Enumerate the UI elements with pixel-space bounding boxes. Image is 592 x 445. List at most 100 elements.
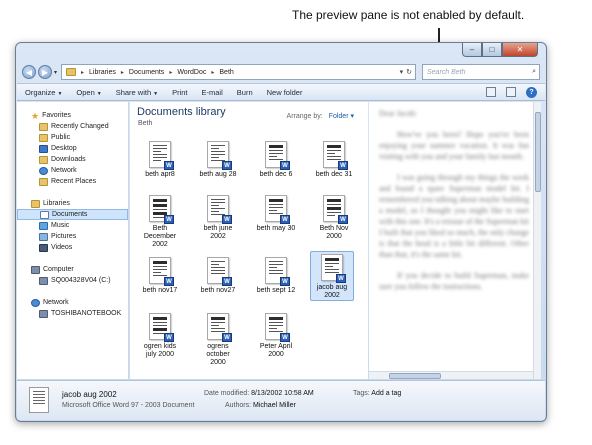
details-tags: Tags: Add a tag: [353, 390, 401, 397]
share-with-button[interactable]: Share with ▼: [116, 88, 158, 97]
crumb-libraries[interactable]: Libraries: [89, 69, 116, 76]
crumb-separator[interactable]: ▸: [121, 69, 124, 76]
crumb-documents[interactable]: Documents: [129, 69, 164, 76]
library-title: Documents library: [137, 106, 226, 118]
file-item[interactable]: W beth nov27: [196, 255, 240, 295]
minimize-button[interactable]: –: [462, 43, 482, 57]
horizontal-scrollbar[interactable]: [369, 371, 533, 379]
file-name: ogrens october 2000: [206, 343, 230, 366]
crumb-separator[interactable]: ▸: [211, 69, 214, 76]
file-item[interactable]: W beth aug 28: [196, 139, 240, 179]
downloads-icon: [39, 155, 48, 164]
new-folder-button[interactable]: New folder: [267, 88, 303, 97]
file-name: beth nov27: [200, 287, 236, 294]
nav-toshibanotebook[interactable]: TOSHIBANOTEBOOK: [17, 308, 128, 319]
toolbar-right-group: ?: [486, 86, 545, 98]
nav-network-fav[interactable]: Network: [17, 165, 128, 176]
navigation-pane: ★ Favorites Recently Changed Public Deskt…: [17, 102, 129, 379]
close-button[interactable]: ✕: [502, 43, 538, 57]
burn-button[interactable]: Burn: [237, 88, 253, 97]
details-file-name: jacob aug 2002: [62, 390, 117, 399]
crumb-worddoc[interactable]: WordDoc: [177, 69, 206, 76]
email-button[interactable]: E-mail: [202, 88, 223, 97]
nav-computer[interactable]: Computer: [17, 264, 128, 275]
file-item-selected[interactable]: W jacob aug 2002: [310, 251, 354, 301]
word-icon: W: [164, 277, 174, 286]
nav-documents[interactable]: Documents: [17, 209, 128, 220]
address-dropdown-icon[interactable]: ▾: [400, 68, 404, 76]
nav-label: Network: [51, 167, 77, 174]
crumb-separator[interactable]: ▸: [169, 69, 172, 76]
nav-videos[interactable]: Videos: [17, 242, 128, 253]
document-thumbnail: W: [207, 313, 232, 342]
document-thumbnail: W: [207, 257, 232, 286]
scrollbar-thumb[interactable]: [389, 373, 441, 379]
arrange-by-dropdown[interactable]: Folder ▾: [329, 113, 354, 120]
open-button[interactable]: Open ▼: [76, 88, 101, 97]
file-item[interactable]: W Beth Nov 2000: [312, 193, 356, 241]
share-with-label: Share with: [115, 87, 152, 97]
file-item[interactable]: W beth dec 31: [312, 139, 356, 179]
file-list-pane: Documents library Beth Arrange by: Folde…: [130, 102, 368, 379]
word-icon: W: [280, 161, 290, 170]
file-item[interactable]: W ogrens october 2000: [196, 311, 240, 367]
file-name: jacob aug 2002: [316, 284, 348, 299]
maximize-button[interactable]: □: [482, 43, 502, 57]
file-item[interactable]: W beth may 30: [254, 193, 298, 233]
file-item[interactable]: W Beth December 2002: [138, 193, 182, 249]
preview-pane-icon[interactable]: [506, 87, 516, 97]
vertical-scrollbar[interactable]: [533, 102, 541, 379]
nav-public[interactable]: Public: [17, 132, 128, 143]
nav-pictures[interactable]: Pictures: [17, 231, 128, 242]
document-thumbnail: W: [207, 141, 232, 170]
word-icon: W: [222, 161, 232, 170]
nav-music[interactable]: Music: [17, 220, 128, 231]
help-icon[interactable]: ?: [526, 86, 537, 98]
nav-network[interactable]: Network: [17, 297, 128, 308]
file-item[interactable]: W beth june 2002: [196, 193, 240, 241]
nav-label: Downloads: [51, 156, 86, 163]
crumb-beth[interactable]: Beth: [219, 69, 233, 76]
network-icon: [31, 298, 40, 307]
word-icon: W: [336, 274, 346, 283]
crumb-separator[interactable]: ▸: [81, 69, 84, 76]
chevron-down-icon: ▼: [57, 90, 63, 97]
document-thumbnail: W: [149, 257, 174, 286]
document-thumbnail: W: [265, 195, 290, 224]
nav-libraries[interactable]: Libraries: [17, 198, 128, 209]
nav-recent-places[interactable]: Recent Places: [17, 176, 128, 187]
nav-drive-c[interactable]: SQ004328V04 (C:): [17, 275, 128, 286]
view-options-icon[interactable]: [486, 87, 496, 97]
organize-button[interactable]: Organize ▼: [25, 88, 62, 97]
nav-downloads[interactable]: Downloads: [17, 154, 128, 165]
forward-button[interactable]: ▶: [38, 65, 52, 79]
date-modified-label: Date modified:: [204, 390, 250, 397]
preview-paragraph: I was going through my things the week a…: [379, 173, 529, 259]
search-input[interactable]: Search Beth ⌕: [422, 64, 540, 80]
authors-value[interactable]: Michael Miller: [253, 402, 296, 409]
file-item[interactable]: W ogren kids july 2000: [138, 311, 182, 359]
search-icon[interactable]: ⌕: [532, 68, 536, 76]
preview-pane[interactable]: Dear Jacob: How've you been? Hope you've…: [369, 102, 541, 379]
scrollbar-thumb[interactable]: [535, 112, 541, 192]
file-item[interactable]: W beth nov17: [138, 255, 182, 295]
file-item[interactable]: W beth dec 6: [254, 139, 298, 179]
nav-recently-changed[interactable]: Recently Changed: [17, 121, 128, 132]
file-name: beth june 2002: [203, 225, 233, 240]
address-bar[interactable]: ▸ Libraries ▸ Documents ▸ WordDoc ▸ Beth…: [61, 64, 416, 80]
print-button[interactable]: Print: [172, 88, 187, 97]
nav-favorites[interactable]: ★ Favorites: [17, 110, 128, 121]
add-tag-field[interactable]: Add a tag: [371, 390, 401, 397]
refresh-icon[interactable]: ↻: [406, 68, 412, 76]
file-item[interactable]: W beth sept 12: [254, 255, 298, 295]
music-icon: [39, 221, 48, 230]
explorer-window: – □ ✕ ◀ ▶ ▾ ▸ Libraries ▸ Documents ▸ Wo…: [15, 42, 547, 422]
back-button[interactable]: ◀: [22, 65, 36, 79]
nav-desktop[interactable]: Desktop: [17, 143, 128, 154]
recent-pages-dropdown[interactable]: ▾: [54, 69, 57, 76]
word-icon: W: [164, 215, 174, 224]
open-label: Open: [76, 87, 95, 97]
file-item[interactable]: W beth apr8: [138, 139, 182, 179]
file-item[interactable]: W Peter April 2000: [254, 311, 298, 359]
